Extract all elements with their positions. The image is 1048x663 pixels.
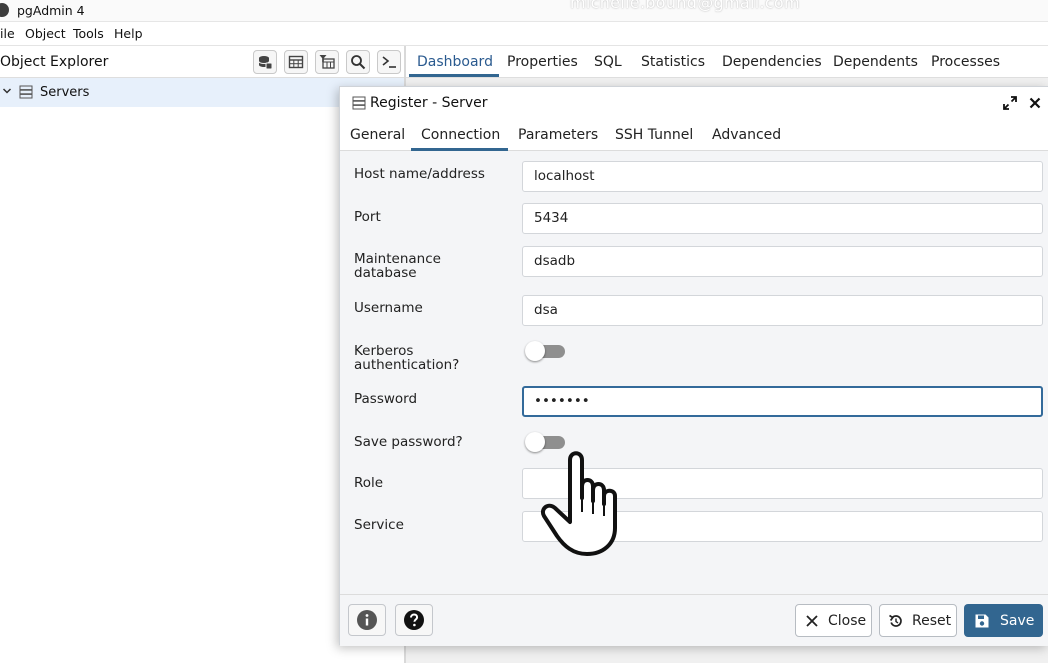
- dialog-footer: Close Reset Save: [340, 594, 1048, 646]
- kerberos-label: Kerberos: [354, 343, 414, 359]
- tab-properties[interactable]: Properties: [507, 54, 578, 70]
- menu-object[interactable]: Object: [25, 26, 66, 41]
- search-objects-button[interactable]: [346, 50, 370, 74]
- close-button-label: Close: [828, 612, 867, 629]
- register-server-dialog: Register - Server General Connection Par…: [339, 86, 1048, 646]
- username-input[interactable]: dsa: [522, 295, 1043, 326]
- tab-advanced[interactable]: Advanced: [712, 127, 781, 143]
- filtered-rows-button[interactable]: [315, 50, 339, 74]
- tab-processes[interactable]: Processes: [931, 54, 1000, 70]
- reset-icon: [889, 614, 902, 627]
- port-label: Port: [354, 209, 381, 225]
- tab-connection[interactable]: Connection: [421, 127, 500, 143]
- hand-cursor-icon: [541, 451, 617, 556]
- menu-file[interactable]: ile: [0, 26, 15, 41]
- reset-button-label: Reset: [912, 612, 952, 629]
- kerberos-label-2: authentication?: [354, 357, 460, 373]
- save-button-label: Save: [1000, 612, 1035, 629]
- save-button[interactable]: Save: [964, 604, 1043, 637]
- tab-sql[interactable]: SQL: [594, 54, 622, 70]
- close-button[interactable]: Close: [795, 604, 872, 637]
- server-group-icon: [19, 85, 33, 99]
- filter-table-icon: [319, 55, 335, 69]
- tab-parameters[interactable]: Parameters: [518, 127, 598, 143]
- database-icon: [258, 56, 273, 70]
- tree-item-label: Servers: [40, 85, 90, 100]
- tab-dashboard[interactable]: Dashboard: [417, 54, 493, 70]
- save-password-label: Save password?: [354, 434, 463, 450]
- tab-dependencies[interactable]: Dependencies: [722, 54, 822, 70]
- search-icon: [351, 55, 366, 70]
- close-icon: [806, 614, 818, 627]
- port-input[interactable]: 5434: [522, 203, 1043, 234]
- main-tab-bar: Dashboard Properties SQL Statistics Depe…: [406, 46, 1048, 78]
- tab-statistics[interactable]: Statistics: [641, 54, 705, 70]
- maintenance-db-input[interactable]: dsadb: [522, 246, 1043, 277]
- query-tool-button[interactable]: [253, 50, 277, 74]
- maintenance-db-label-2: database: [354, 265, 417, 281]
- server-icon: [352, 96, 366, 110]
- host-input[interactable]: localhost: [522, 161, 1043, 192]
- dialog-header[interactable]: Register - Server: [340, 87, 1048, 119]
- object-explorer-header: Object Explorer: [0, 46, 404, 78]
- role-label: Role: [354, 475, 384, 491]
- info-button[interactable]: [348, 604, 386, 636]
- table-icon: [288, 55, 304, 69]
- active-tab-indicator: [409, 74, 499, 77]
- help-icon: [404, 610, 424, 630]
- menu-bar: ile Object Tools Help: [0, 22, 1048, 46]
- maximize-icon[interactable]: [1003, 96, 1017, 110]
- info-icon: [357, 610, 377, 630]
- close-icon[interactable]: [1028, 96, 1042, 110]
- password-input[interactable]: •••••••: [522, 386, 1043, 417]
- kerberos-toggle[interactable]: [525, 340, 565, 362]
- dialog-tab-bar: General Connection Parameters SSH Tunnel…: [340, 119, 1048, 151]
- psql-tool-button[interactable]: [377, 50, 401, 74]
- toggle-knob: [525, 341, 545, 361]
- password-label: Password: [354, 391, 418, 407]
- pgadmin-logo-icon: [0, 3, 9, 17]
- help-button[interactable]: [395, 604, 433, 636]
- host-label: Host name/address: [354, 166, 485, 182]
- chevron-down-icon[interactable]: [2, 86, 12, 96]
- maintenance-db-label: Maintenance: [354, 251, 441, 267]
- title-bar: pgAdmin 4 michelle.bound@gmail.com: [0, 0, 1048, 22]
- account-label: michelle.bound@gmail.com: [570, 0, 800, 12]
- username-label: Username: [354, 300, 423, 316]
- object-explorer-title: Object Explorer: [0, 54, 109, 70]
- app-title: pgAdmin 4: [17, 3, 85, 18]
- tab-general[interactable]: General: [350, 127, 405, 143]
- tab-dependents[interactable]: Dependents: [833, 54, 918, 70]
- menu-help[interactable]: Help: [114, 26, 143, 41]
- dialog-title: Register - Server: [370, 95, 488, 111]
- service-label: Service: [354, 517, 404, 533]
- tab-ssh-tunnel[interactable]: SSH Tunnel: [615, 127, 693, 143]
- menu-tools[interactable]: Tools: [73, 26, 104, 41]
- view-data-button[interactable]: [284, 50, 308, 74]
- connection-form: Host name/address localhost Port 5434 Ma…: [340, 151, 1048, 594]
- reset-button[interactable]: Reset: [879, 604, 957, 637]
- terminal-icon: [382, 56, 396, 68]
- save-icon: [975, 614, 989, 627]
